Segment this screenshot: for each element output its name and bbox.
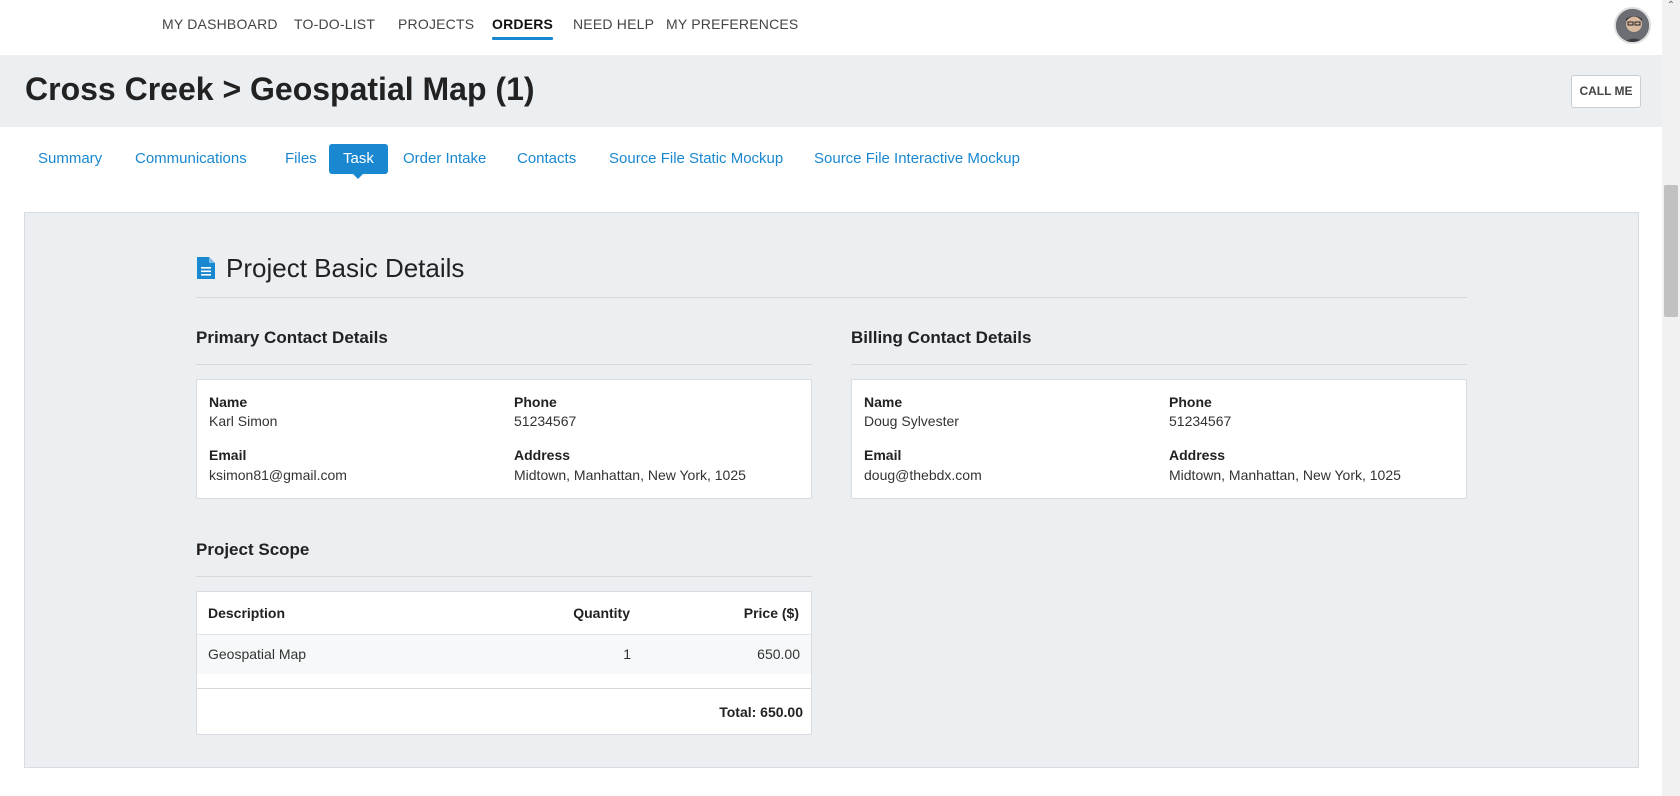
row-price: 650.00 (757, 646, 800, 662)
billing-contact-card: Name Doug Sylvester Phone 51234567 Email… (851, 379, 1467, 499)
email-label: Email (209, 447, 247, 463)
scroll-up-icon[interactable]: ⌃ (1664, 0, 1678, 12)
nav-to-do-list[interactable]: TO-DO-LIST (294, 16, 375, 32)
user-avatar[interactable] (1614, 7, 1651, 44)
scrollbar-track[interactable] (1662, 0, 1680, 796)
phone-label: Phone (514, 394, 557, 410)
billing-address: Midtown, Manhattan, New York, 1025 (1169, 467, 1401, 483)
tab-summary[interactable]: Summary (38, 144, 102, 174)
divider (851, 364, 1467, 365)
column-header-description: Description (208, 605, 286, 621)
tab-source-file-interactive-mockup[interactable]: Source File Interactive Mockup (814, 144, 1020, 174)
name-label: Name (864, 394, 903, 410)
address-label: Address (1169, 447, 1226, 463)
page-title: Cross Creek > Geospatial Map (1) (25, 71, 535, 107)
row-description: Geospatial Map (208, 646, 307, 662)
divider (196, 576, 812, 577)
section-title: Project Basic Details (196, 253, 464, 284)
billing-name: Doug Sylvester (864, 413, 959, 429)
project-scope-table: Description Quantity Price ($) Geospatia… (196, 591, 812, 735)
tab-order-intake[interactable]: Order Intake (403, 144, 486, 174)
billing-email: doug@thebdx.com (864, 467, 982, 483)
tab-bar: Summary Communications Files Task Order … (0, 127, 1662, 212)
tab-files[interactable]: Files (285, 144, 317, 174)
tab-contacts[interactable]: Contacts (517, 144, 576, 174)
tab-communications[interactable]: Communications (135, 144, 247, 174)
table-row: Geospatial Map 1 650.00 (197, 634, 811, 674)
row-quantity: 1 (623, 646, 631, 662)
address-label: Address (514, 447, 571, 463)
primary-phone: 51234567 (514, 413, 577, 429)
nav-orders[interactable]: ORDERS (492, 16, 554, 40)
primary-name: Karl Simon (209, 413, 278, 429)
scrollbar-thumb[interactable] (1664, 185, 1678, 317)
divider (197, 688, 811, 689)
tab-task[interactable]: Task (329, 144, 388, 179)
email-label: Email (864, 447, 902, 463)
name-label: Name (209, 394, 248, 410)
nav-projects[interactable]: PROJECTS (398, 16, 474, 32)
divider (196, 297, 1467, 298)
project-scope-heading: Project Scope (196, 540, 310, 559)
avatar-image (1616, 9, 1649, 42)
top-nav: MY DASHBOARD TO-DO-LIST PROJECTS ORDERS … (0, 0, 1662, 55)
primary-contact-card: Name Karl Simon Phone 51234567 Email ksi… (196, 379, 812, 499)
table-total: Total: 650.00 (719, 704, 803, 720)
column-header-quantity: Quantity (573, 605, 630, 621)
call-me-button[interactable]: CALL ME (1571, 75, 1641, 108)
billing-contact-heading: Billing Contact Details (851, 328, 1032, 347)
tab-source-file-static-mockup[interactable]: Source File Static Mockup (609, 144, 783, 174)
primary-contact-heading: Primary Contact Details (196, 328, 388, 347)
nav-my-dashboard[interactable]: MY DASHBOARD (162, 16, 278, 32)
section-title-text: Project Basic Details (226, 253, 465, 283)
nav-need-help[interactable]: NEED HELP (573, 16, 654, 32)
column-header-price: Price ($) (743, 605, 799, 621)
phone-label: Phone (1169, 394, 1212, 410)
page-header: Cross Creek > Geospatial Map (1) (0, 55, 1662, 127)
billing-phone: 51234567 (1169, 413, 1232, 429)
primary-email: ksimon81@gmail.com (209, 467, 347, 483)
primary-address: Midtown, Manhattan, New York, 1025 (514, 467, 746, 483)
nav-my-preferences[interactable]: MY PREFERENCES (666, 16, 798, 32)
divider (196, 364, 812, 365)
